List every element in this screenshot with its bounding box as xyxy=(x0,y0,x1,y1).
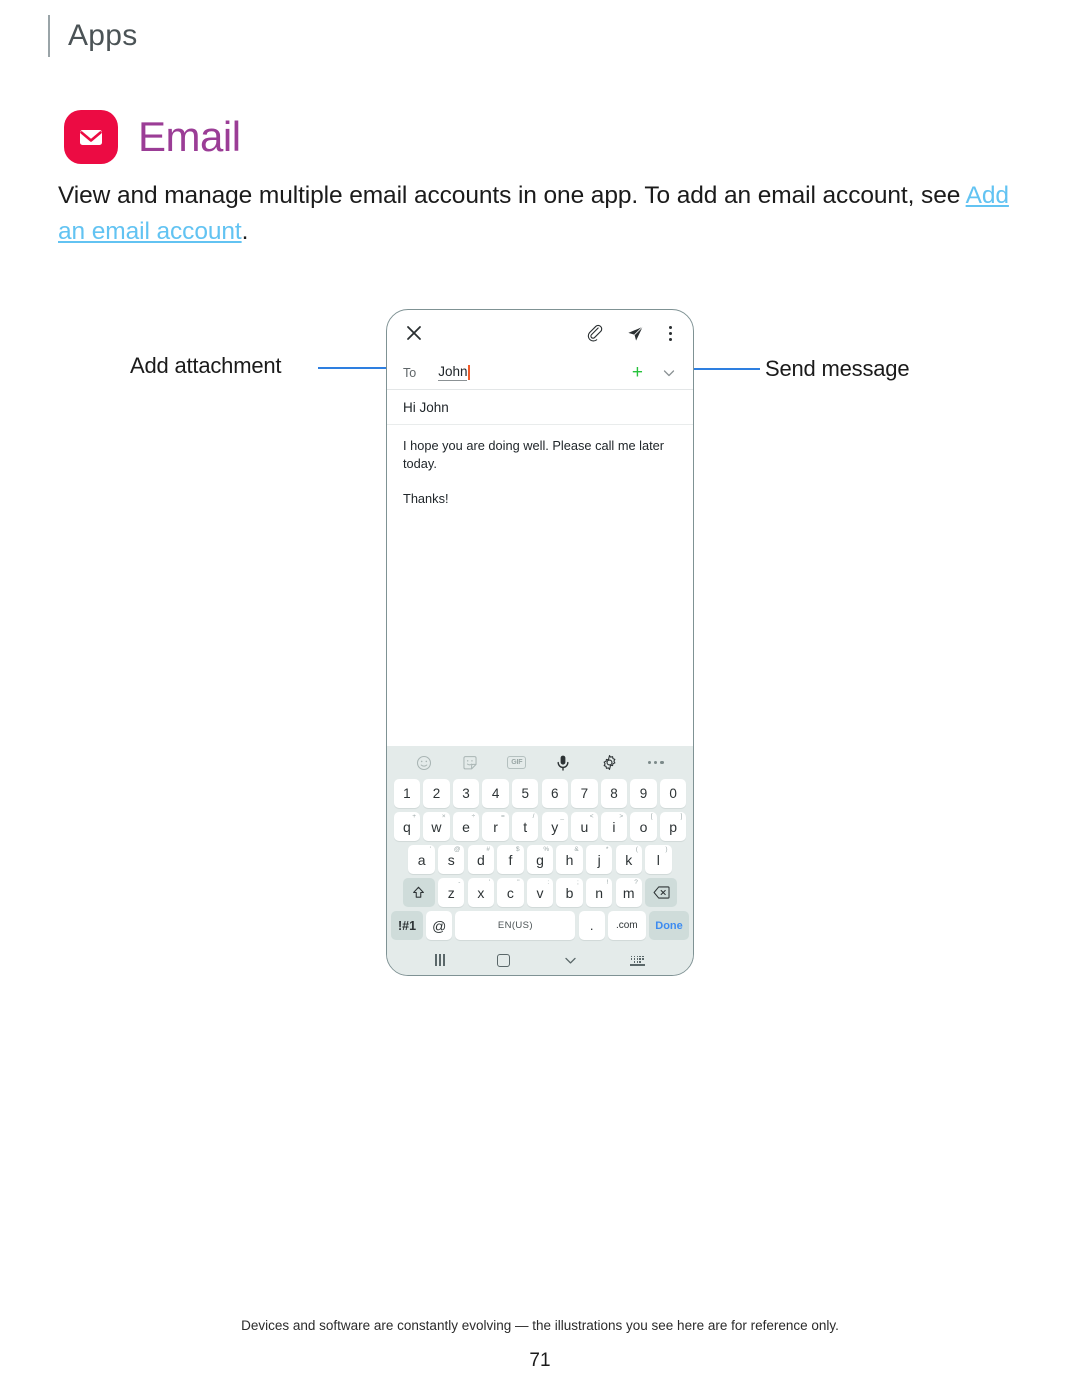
key[interactable]: # d xyxy=(467,845,495,874)
hide-keyboard-icon[interactable] xyxy=(629,955,645,966)
more-vertical-icon[interactable] xyxy=(663,322,677,344)
key[interactable]: > i xyxy=(600,812,628,841)
chevron-down-icon[interactable] xyxy=(661,365,677,381)
body-paragraph: Thanks! xyxy=(403,491,449,507)
key[interactable]: * j xyxy=(585,845,613,874)
settings-gear-icon[interactable] xyxy=(599,753,619,773)
key[interactable]: 6 xyxy=(541,779,568,808)
callout-add-attachment: Add attachment xyxy=(130,353,282,378)
illustration-area: Add attachment Send message To John + Hi… xyxy=(0,300,1080,1000)
key[interactable]: 4 xyxy=(482,779,509,808)
key[interactable]: ' a xyxy=(408,845,435,874)
recents-icon[interactable] xyxy=(435,954,445,966)
envelope-icon xyxy=(80,130,102,145)
backspace-icon[interactable] xyxy=(645,878,678,907)
key[interactable]: [o xyxy=(630,812,657,841)
paperclip-icon[interactable] xyxy=(584,322,606,344)
description-text: View and manage multiple email accounts … xyxy=(58,182,966,209)
page-header: Apps xyxy=(48,14,138,58)
key[interactable]: -z xyxy=(438,878,465,907)
keyboard-row-numbers: 1 2 3 4 5 6 7 8 9 0 xyxy=(387,779,693,808)
done-key[interactable]: Done xyxy=(649,911,689,940)
key[interactable]: 2 xyxy=(423,779,450,808)
app-title-row: Email xyxy=(64,110,241,164)
email-app-icon xyxy=(64,110,118,164)
phone-mockup: To John + Hi John I hope you are doing w… xyxy=(386,309,694,976)
key[interactable]: 8 xyxy=(600,779,628,808)
key[interactable]: ; b xyxy=(556,878,583,907)
chevron-down-icon[interactable] xyxy=(563,953,578,968)
key[interactable]: 1 xyxy=(393,779,421,808)
callout-send-message: Send message xyxy=(765,356,910,381)
key[interactable]: :v xyxy=(526,878,554,907)
gif-icon[interactable]: GIF xyxy=(507,753,527,773)
key[interactable]: ÷ e xyxy=(452,812,480,841)
microphone-icon[interactable] xyxy=(553,753,573,773)
subject-row[interactable]: Hi John xyxy=(387,390,693,425)
header-divider xyxy=(48,15,50,57)
page-number: 71 xyxy=(529,1350,551,1371)
keyboard-row-a: ' a @ s # d $ f % g & h * j (k ) l xyxy=(387,845,693,874)
body-paragraph: I hope you are doing well. Please call m… xyxy=(403,438,665,472)
key[interactable]: (k xyxy=(615,845,642,874)
app-name: Email xyxy=(138,113,241,160)
key[interactable]: ] p xyxy=(659,812,687,841)
to-recipient-value: John xyxy=(438,364,468,381)
key[interactable]: $ f xyxy=(497,845,524,874)
key[interactable]: % g xyxy=(526,845,554,874)
symbols-key[interactable]: !#1 xyxy=(391,911,423,940)
description-text-end: . xyxy=(241,217,249,245)
footer-disclaimer: Devices and software are constantly evol… xyxy=(241,1318,839,1333)
period-key[interactable]: . xyxy=(578,911,605,940)
key[interactable]: + q xyxy=(393,812,421,841)
key[interactable]: ! n xyxy=(585,878,613,907)
sticker-icon[interactable] xyxy=(460,753,480,773)
shift-arrow-icon[interactable] xyxy=(402,878,435,907)
close-icon[interactable] xyxy=(403,322,425,344)
key[interactable]: 5 xyxy=(512,779,539,808)
keyboard-toolbar: GIF xyxy=(387,746,693,779)
key[interactable]: ) l xyxy=(645,845,672,874)
key[interactable]: & h xyxy=(556,845,583,874)
key[interactable]: ? m xyxy=(615,878,642,907)
spacebar-key[interactable]: EN(US) xyxy=(455,911,576,940)
keyboard-row-bottom: !#1 @ EN(US) . .com Done xyxy=(387,911,693,940)
to-label: To xyxy=(403,365,417,380)
on-screen-keyboard: GIF 1 2 3 4 5 6 7 8 9 0 + q × w ÷ e = r … xyxy=(387,746,693,945)
plus-icon[interactable]: + xyxy=(632,363,643,382)
to-input[interactable]: John xyxy=(438,364,632,381)
key[interactable]: / t xyxy=(512,812,539,841)
send-icon[interactable] xyxy=(624,322,646,344)
app-description: View and manage multiple email accounts … xyxy=(58,178,1018,250)
subject-value: Hi John xyxy=(403,400,449,415)
key[interactable]: @ s xyxy=(438,845,465,874)
key[interactable]: 7 xyxy=(571,779,598,808)
more-horizontal-icon[interactable] xyxy=(646,753,666,773)
section-title: Apps xyxy=(68,19,138,52)
emoji-icon[interactable] xyxy=(414,753,434,773)
key[interactable]: 0 xyxy=(659,779,687,808)
dotcom-key[interactable]: .com xyxy=(607,911,646,940)
message-body[interactable]: I hope you are doing well. Please call m… xyxy=(387,425,693,746)
key[interactable]: 9 xyxy=(630,779,657,808)
key[interactable]: " c xyxy=(497,878,524,907)
android-navigation-bar xyxy=(387,945,693,975)
key[interactable]: 3 xyxy=(452,779,480,808)
key[interactable]: < u xyxy=(571,812,598,841)
key[interactable]: ' x xyxy=(467,878,495,907)
key[interactable]: _ y xyxy=(541,812,568,841)
key[interactable]: = r xyxy=(482,812,509,841)
recipient-row[interactable]: To John + xyxy=(387,356,693,390)
keyboard-row-z: -z ' x " c :v ; b ! n ? m xyxy=(387,878,693,907)
home-icon[interactable] xyxy=(497,953,511,967)
keyboard-row-q: + q × w ÷ e = r / t _ y < u > i [o ] p xyxy=(387,812,693,841)
key[interactable]: × w xyxy=(423,812,450,841)
compose-toolbar xyxy=(387,310,693,356)
at-key[interactable]: @ xyxy=(426,911,453,940)
text-cursor xyxy=(468,365,471,380)
